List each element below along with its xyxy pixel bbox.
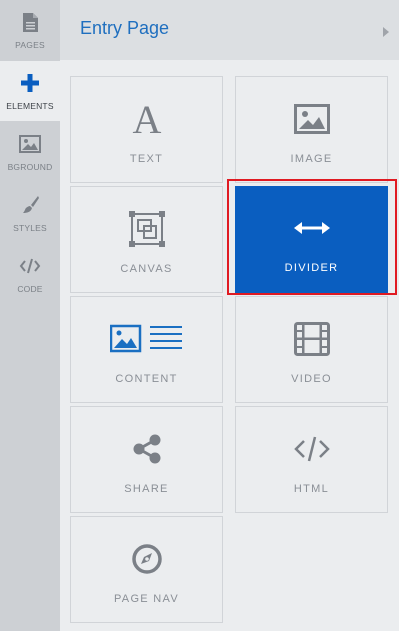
element-tile-canvas[interactable]: CANVAS [70,186,223,293]
tile-label: HTML [293,483,330,495]
tile-label: CANVAS [120,263,173,275]
sidebar-item-label: ELEMENTS [6,101,54,111]
content-icon [71,319,222,359]
sidebar-item-styles[interactable]: STYLES [0,183,60,243]
sidebar-item-bground[interactable]: BGROUND [0,122,60,182]
sidebar-item-label: PAGES [15,40,45,50]
image-icon [0,132,60,156]
sidebar-item-elements[interactable]: ELEMENTS [0,61,60,121]
plus-icon [0,71,60,95]
tile-label: VIDEO [291,373,332,385]
element-tile-content[interactable]: CONTENT [70,296,223,403]
sidebar-item-pages[interactable]: PAGES [0,0,60,60]
brush-icon [0,193,60,217]
panel-header: Entry Page [60,0,399,60]
image-icon [236,99,387,139]
sidebar-item-label: STYLES [13,223,47,233]
chevron-right-icon[interactable] [383,24,389,42]
page-title: Entry Page [80,18,170,38]
sidebar-item-code[interactable]: CODE [0,244,60,304]
element-tile-html[interactable]: HTML [235,406,388,513]
element-tile-share[interactable]: SHARE [70,406,223,513]
text-icon: A [71,99,222,139]
svg-text:A: A [132,102,161,136]
tile-label: CONTENT [115,373,178,385]
tile-label: TEXT [129,153,164,165]
html-icon [236,429,387,469]
element-tile-page-nav[interactable]: PAGE NAV [70,516,223,623]
element-tile-video[interactable]: VIDEO [235,296,388,403]
sidebar: PAGES ELEMENTS BGROUND STYLES CODE [0,0,60,631]
pages-icon [0,10,60,34]
video-icon [236,319,387,359]
tile-label: SHARE [124,483,169,495]
tile-label: IMAGE [290,153,333,165]
share-icon [71,429,222,469]
sidebar-item-label: CODE [17,284,43,294]
code-icon [0,254,60,278]
tile-label: PAGE NAV [113,593,179,605]
sidebar-item-label: BGROUND [7,162,53,172]
canvas-icon [71,209,222,249]
compass-icon [71,539,222,579]
selection-highlight [227,179,397,295]
element-tile-text[interactable]: A TEXT [70,76,223,183]
element-tile-image[interactable]: IMAGE [235,76,388,183]
